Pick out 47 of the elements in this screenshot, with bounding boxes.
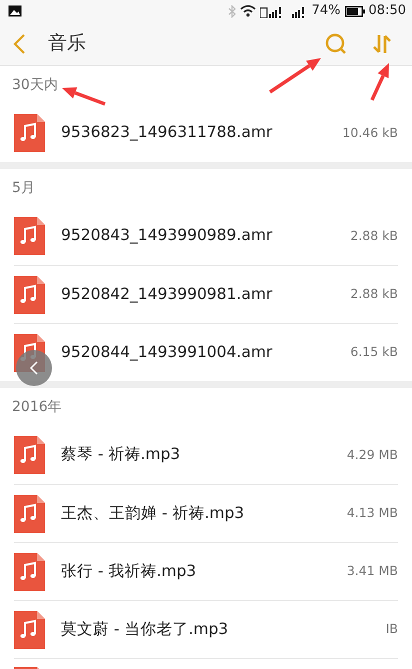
- file-row[interactable]: 9536823_1496311788.amr 10.46 kB: [14, 104, 398, 162]
- music-file-icon: [14, 494, 45, 532]
- section-header: 2016年: [12, 398, 62, 416]
- wifi-icon: [240, 5, 256, 17]
- sort-button[interactable]: [372, 32, 392, 54]
- toolbar-title: 音乐: [48, 31, 86, 56]
- file-name: 9520844_1493991004.amr: [61, 342, 274, 363]
- file-row[interactable]: 蔡琴 - 祈祷.mp3 4.29 MB: [14, 426, 398, 484]
- battery-percent: 74%: [312, 2, 341, 20]
- file-name: 9536823_1496311788.amr: [61, 122, 274, 144]
- file-name: 9520843_1493990989.amr: [61, 225, 274, 246]
- file-size: 10.46 kB: [342, 124, 398, 142]
- file-size: 6.15 kB: [350, 343, 398, 362]
- picture-icon: [8, 5, 22, 17]
- music-file-icon: [14, 436, 45, 474]
- file-name: 王杰、王韵婵 - 祈祷.mp3: [61, 502, 246, 524]
- music-file-icon: [14, 217, 45, 255]
- file-name: 蔡琴 - 祈祷.mp3: [61, 444, 182, 466]
- status-time: 08:50: [368, 2, 406, 20]
- section-header: 5月: [12, 178, 35, 198]
- file-name: 张行 - 我祈祷.mp3: [61, 560, 198, 582]
- file-size: 3.41 MB: [346, 562, 398, 580]
- file-size: IB: [386, 620, 398, 638]
- annotation-arrow: [269, 58, 321, 94]
- file-row[interactable]: 9520843_1493990989.amr 2.88 kB: [14, 207, 398, 265]
- file-size: 2.88 kB: [350, 285, 398, 304]
- music-file-icon: [14, 276, 45, 314]
- file-row[interactable]: 张行 - 我祈祷.mp3 3.41 MB: [14, 542, 398, 600]
- file-row[interactable]: 王杰、王韵婵 - 祈祷.mp3 4.13 MB: [14, 484, 398, 542]
- battery-icon: [344, 6, 365, 16]
- annotation-arrow: [62, 87, 106, 106]
- bluetooth-icon: [228, 4, 236, 18]
- file-size: 4.29 MB: [346, 446, 398, 464]
- section-header: 30天内: [12, 76, 58, 94]
- file-size: 2.88 kB: [350, 226, 398, 245]
- music-file-icon: [14, 552, 45, 590]
- search-button[interactable]: [324, 32, 348, 56]
- file-row[interactable]: 莫文蔚 - 当你老了.mp3 IB: [14, 600, 398, 658]
- music-file-icon: [14, 610, 45, 648]
- annotation-arrow: [370, 63, 389, 101]
- file-size: 4.13 MB: [346, 504, 398, 522]
- chevron-left-icon: [29, 360, 39, 376]
- file-row[interactable]: 9520842_1493990981.amr 2.88 kB: [14, 265, 398, 323]
- music-file-icon: [14, 114, 45, 152]
- file-name: 莫文蔚 - 当你老了.mp3: [61, 618, 230, 640]
- back-button[interactable]: [12, 32, 26, 54]
- file-name: 9520842_1493990981.amr: [61, 284, 274, 305]
